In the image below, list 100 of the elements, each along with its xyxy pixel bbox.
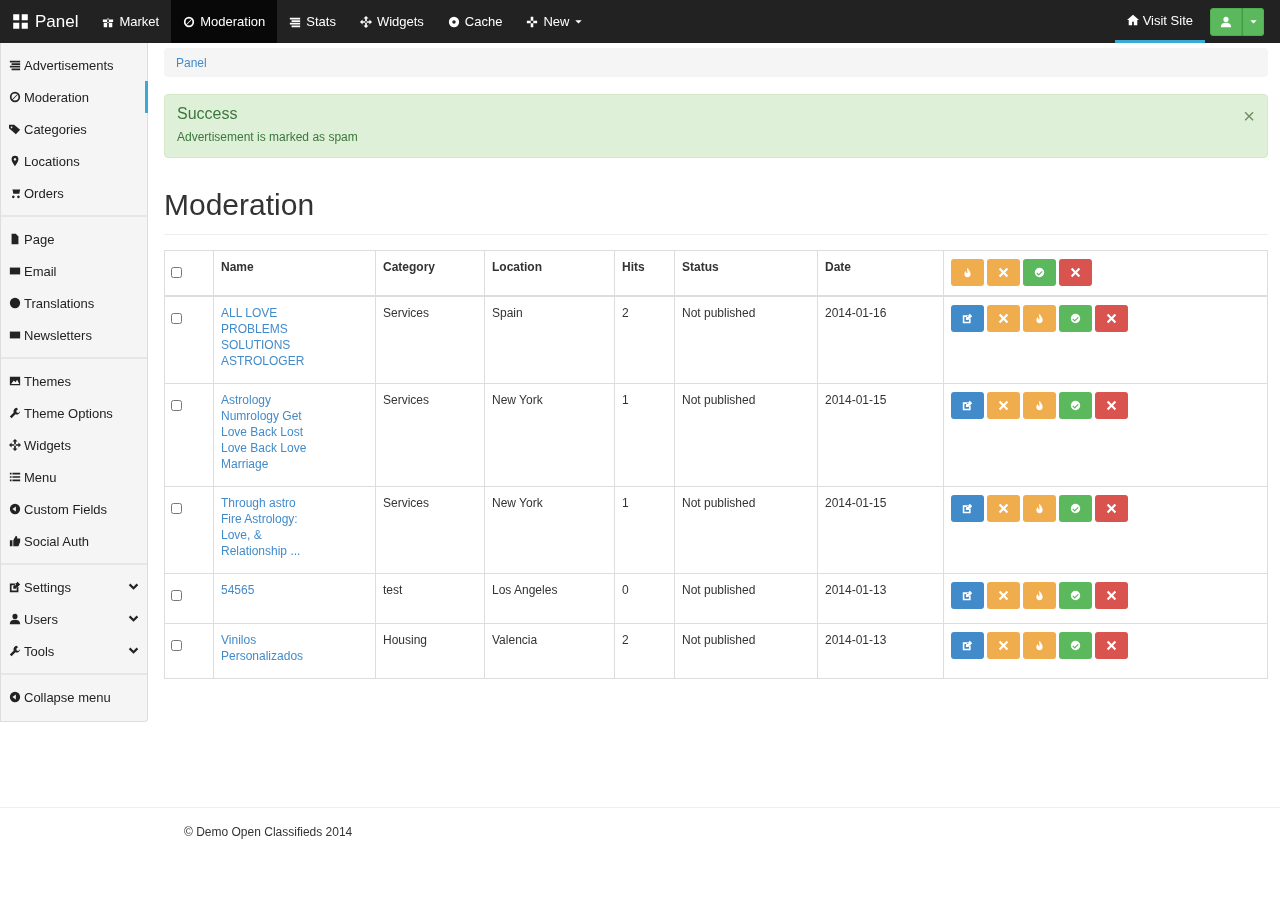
nav-link[interactable]: Widgets xyxy=(347,0,436,43)
sidebar-item[interactable]: Locations xyxy=(1,145,147,177)
sidebar-item[interactable]: Email xyxy=(1,255,147,287)
delete-button[interactable] xyxy=(1095,632,1128,659)
edit-icon xyxy=(9,581,21,593)
feature-button[interactable] xyxy=(1023,632,1056,659)
circle-arrow-icon xyxy=(9,691,21,703)
user-icon xyxy=(9,613,21,625)
nav-link[interactable]: Moderation xyxy=(171,0,278,43)
delete-button[interactable] xyxy=(1095,392,1128,419)
close-icon xyxy=(1106,640,1117,651)
column-header: Category xyxy=(383,260,435,274)
spam-button[interactable] xyxy=(987,632,1020,659)
table-cell: Services xyxy=(383,393,429,407)
chevron-down-icon xyxy=(128,581,139,593)
user-button[interactable] xyxy=(1210,7,1242,36)
row-checkbox[interactable] xyxy=(171,590,182,601)
nav-link[interactable]: Market xyxy=(90,0,172,43)
flame-icon xyxy=(962,267,973,278)
flame-icon xyxy=(1034,640,1045,651)
sidebar-item[interactable]: Categories xyxy=(1,113,147,145)
sidebar-item[interactable]: Tools xyxy=(1,635,147,667)
activate-button[interactable] xyxy=(1059,632,1092,659)
bulk-spam-button[interactable] xyxy=(987,259,1020,286)
bulk-feature-button[interactable] xyxy=(951,259,984,286)
user-dropdown-button[interactable] xyxy=(1242,7,1264,36)
row-checkbox[interactable] xyxy=(171,503,182,514)
caret-icon xyxy=(1248,17,1258,26)
cart-icon xyxy=(9,187,21,199)
table-cell: 2014-01-15 xyxy=(825,393,887,407)
spam-button[interactable] xyxy=(987,305,1020,332)
sidebar-item[interactable]: Widgets xyxy=(1,429,147,461)
close-icon xyxy=(1106,400,1117,411)
bulk-delete-button[interactable] xyxy=(1059,259,1092,286)
thumbs-up-icon xyxy=(9,535,21,547)
nav-link[interactable]: Stats xyxy=(277,0,348,43)
visit-site-link[interactable]: Visit Site xyxy=(1114,0,1205,43)
nav-link[interactable]: Cache xyxy=(435,0,515,43)
table-cell: 1 xyxy=(622,496,629,510)
select-all-checkbox[interactable] xyxy=(171,267,182,278)
edit-icon xyxy=(962,503,973,514)
sidebar-item[interactable]: Advertisements xyxy=(1,49,147,81)
table-cell: 2014-01-16 xyxy=(825,306,887,320)
edit-button[interactable] xyxy=(951,582,984,609)
wrench-icon xyxy=(9,645,21,657)
table-cell: Services xyxy=(383,306,429,320)
sidebar-item[interactable]: Settings xyxy=(1,571,147,603)
home-icon xyxy=(1126,14,1139,26)
feature-button[interactable] xyxy=(1023,582,1056,609)
edit-icon xyxy=(962,590,973,601)
edit-button[interactable] xyxy=(951,495,984,522)
spam-button[interactable] xyxy=(987,392,1020,419)
bulk-activate-button[interactable] xyxy=(1023,259,1056,286)
table-cell: Housing xyxy=(383,633,428,647)
activate-button[interactable] xyxy=(1059,495,1092,522)
brand-link[interactable]: Panel xyxy=(0,0,91,43)
ad-name-link[interactable]: 54565 xyxy=(221,582,307,598)
row-checkbox[interactable] xyxy=(171,313,182,324)
sidebar-item[interactable]: Social Auth xyxy=(1,525,147,557)
sidebar-item[interactable]: Themes xyxy=(1,365,147,397)
table-cell: 2014-01-15 xyxy=(825,496,887,510)
chevron-down-icon xyxy=(128,613,139,625)
column-header: Hits xyxy=(622,260,645,274)
table-cell: 2014-01-13 xyxy=(825,633,887,647)
feature-button[interactable] xyxy=(1023,495,1056,522)
row-checkbox[interactable] xyxy=(171,640,182,651)
sidebar-item[interactable]: Translations xyxy=(1,287,147,319)
activate-button[interactable] xyxy=(1059,305,1092,332)
delete-button[interactable] xyxy=(1095,582,1128,609)
activate-button[interactable] xyxy=(1059,392,1092,419)
feature-button[interactable] xyxy=(1023,392,1056,419)
sidebar-item[interactable]: Newsletters xyxy=(1,319,147,351)
table-cell: Not published xyxy=(682,496,756,510)
spam-button[interactable] xyxy=(987,582,1020,609)
feature-button[interactable] xyxy=(1023,305,1056,332)
delete-button[interactable] xyxy=(1095,305,1128,332)
table-cell: 0 xyxy=(622,583,629,597)
ban-icon xyxy=(9,91,21,103)
edit-icon xyxy=(962,400,973,411)
map-pin-icon xyxy=(9,155,21,167)
sidebar-item[interactable]: Orders xyxy=(1,177,147,209)
edit-button[interactable] xyxy=(951,305,984,332)
close-icon xyxy=(998,503,1009,514)
sidebar-item[interactable]: Collapse menu xyxy=(1,681,147,713)
sidebar-item[interactable]: Moderation xyxy=(1,81,147,113)
nav-dropdown[interactable]: New xyxy=(514,0,596,43)
edit-button[interactable] xyxy=(951,632,984,659)
user-icon xyxy=(1220,15,1232,28)
edit-button[interactable] xyxy=(951,392,984,419)
spam-button[interactable] xyxy=(987,495,1020,522)
sidebar-item[interactable]: Theme Options xyxy=(1,397,147,429)
table-cell: Services xyxy=(383,496,429,510)
delete-button[interactable] xyxy=(1095,495,1128,522)
activate-button[interactable] xyxy=(1059,582,1092,609)
sidebar-item[interactable]: Custom Fields xyxy=(1,493,147,525)
table-cell: 2 xyxy=(622,633,629,647)
row-checkbox[interactable] xyxy=(171,400,182,411)
sidebar-item[interactable]: Users xyxy=(1,603,147,635)
sidebar-item[interactable]: Menu xyxy=(1,461,147,493)
sidebar-item[interactable]: Page xyxy=(1,223,147,255)
